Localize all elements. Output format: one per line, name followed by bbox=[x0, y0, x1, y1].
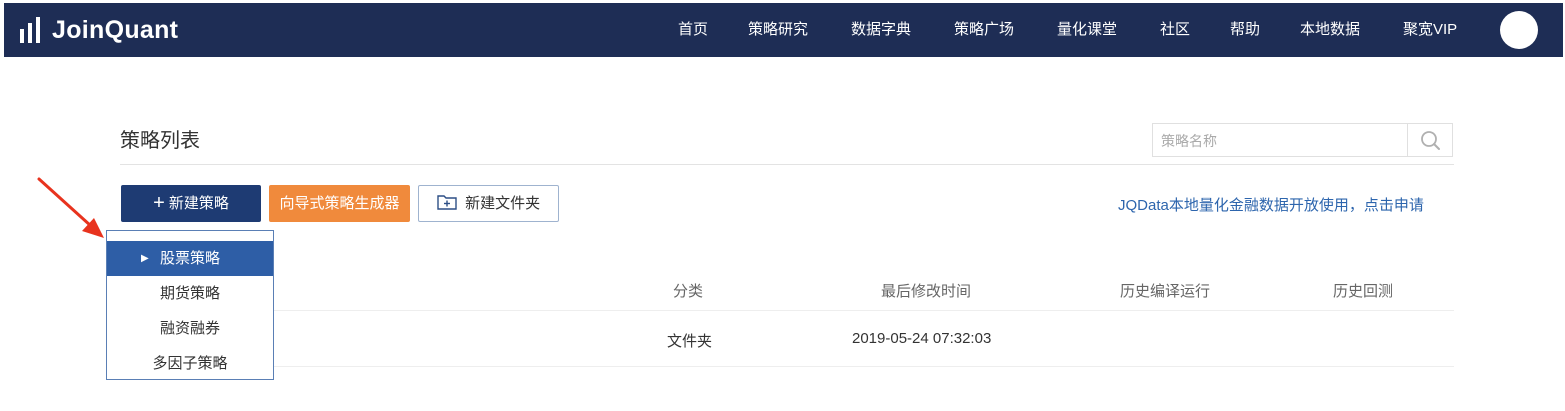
row-divider bbox=[120, 366, 1454, 367]
search-icon bbox=[1421, 131, 1440, 150]
nav-local-data[interactable]: 本地数据 bbox=[1300, 3, 1360, 57]
cell-modified-time: 2019-05-24 07:32:03 bbox=[852, 330, 992, 347]
strategy-wizard-button[interactable]: 向导式策略生成器 bbox=[269, 185, 410, 222]
dropdown-item-futures[interactable]: 期货策略 bbox=[107, 276, 273, 311]
new-strategy-dropdown: ▶ 股票策略 期货策略 融资融券 多因子策略 bbox=[106, 230, 274, 380]
nav-community[interactable]: 社区 bbox=[1160, 3, 1190, 57]
nav-strategy-research[interactable]: 策略研究 bbox=[748, 3, 808, 57]
new-strategy-button[interactable]: + 新建策略 bbox=[121, 185, 261, 222]
nav-quant-class[interactable]: 量化课堂 bbox=[1057, 3, 1117, 57]
header-divider bbox=[120, 310, 1454, 311]
dropdown-item-stock[interactable]: ▶ 股票策略 bbox=[107, 241, 273, 276]
dropdown-item-multifactor[interactable]: 多因子策略 bbox=[107, 346, 273, 381]
jqdata-apply-link[interactable]: JQData本地量化金融数据开放使用，点击申请 bbox=[1118, 194, 1424, 215]
header-compile-history[interactable]: 历史编译运行 bbox=[1120, 280, 1210, 301]
title-divider bbox=[120, 164, 1454, 165]
nav-strategy-square[interactable]: 策略广场 bbox=[954, 3, 1014, 57]
add-folder-icon bbox=[437, 195, 457, 210]
avatar[interactable] bbox=[1500, 11, 1538, 49]
logo-bars-icon bbox=[20, 17, 44, 43]
search-box bbox=[1152, 123, 1453, 157]
header-last-modified[interactable]: 最后修改时间 bbox=[881, 280, 971, 301]
logo-text: JoinQuant bbox=[52, 15, 179, 44]
header-backtest-history[interactable]: 历史回测 bbox=[1333, 280, 1393, 301]
header-category[interactable]: 分类 bbox=[673, 280, 703, 301]
cell-category: 文件夹 bbox=[667, 333, 713, 350]
annotation-arrow-icon bbox=[37, 177, 104, 238]
nav-vip[interactable]: 聚宽VIP bbox=[1403, 3, 1457, 57]
new-folder-button[interactable]: 新建文件夹 bbox=[418, 185, 559, 222]
logo[interactable]: JoinQuant bbox=[20, 15, 178, 45]
new-strategy-label: 新建策略 bbox=[168, 195, 229, 212]
dropdown-item-margin[interactable]: 融资融券 bbox=[107, 311, 273, 346]
nav-data-dictionary[interactable]: 数据字典 bbox=[851, 3, 911, 57]
caret-right-icon: ▶ bbox=[141, 253, 149, 264]
search-input[interactable] bbox=[1159, 130, 1403, 152]
nav-help[interactable]: 帮助 bbox=[1230, 3, 1260, 57]
dropdown-item-label: 股票策略 bbox=[159, 250, 220, 267]
plus-icon: + bbox=[153, 192, 165, 214]
new-folder-label: 新建文件夹 bbox=[465, 195, 541, 212]
page-title: 策略列表 bbox=[120, 130, 200, 152]
nav-home[interactable]: 首页 bbox=[678, 3, 708, 57]
top-navbar: JoinQuant 首页 策略研究 数据字典 策略广场 量化课堂 社区 帮助 本… bbox=[4, 3, 1563, 57]
search-button[interactable] bbox=[1407, 124, 1454, 156]
